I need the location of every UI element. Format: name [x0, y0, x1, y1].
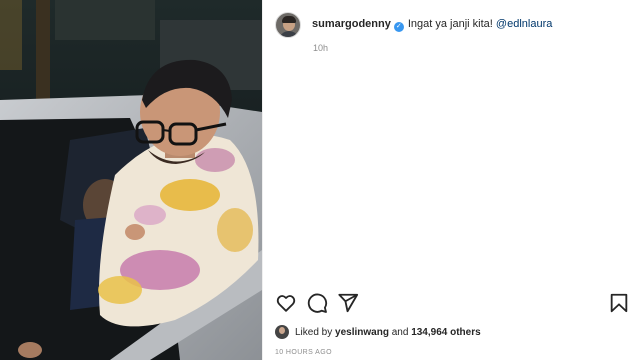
caption-row: sumargodenny ✓ Ingat ya janji kita! @edlnl… [275, 12, 628, 38]
post-age: 10h [313, 43, 329, 53]
likes-joiner: and [391, 326, 409, 338]
post-caption: sumargodenny ✓ Ingat ya janji kita! @edlnl… [312, 12, 552, 32]
comment-icon[interactable] [306, 292, 328, 314]
verified-badge-icon: ✓ [393, 22, 404, 32]
bookmark-icon[interactable] [608, 292, 630, 314]
likes-others-link[interactable]: 134,964 others [411, 327, 481, 338]
action-bar [275, 292, 630, 314]
post-photo-scene [0, 0, 262, 360]
mention-link[interactable]: @edlnlaura [496, 18, 552, 30]
liker-avatar[interactable] [275, 325, 289, 339]
likes-summary: Liked by yeslinwang and 134,964 others [275, 325, 481, 339]
caption-text: Ingat ya janji kita! [407, 18, 493, 30]
likes-prefix: Liked by [295, 326, 333, 338]
post-timestamp[interactable]: 10 HOURS AGO [275, 349, 332, 356]
instagram-post-view: sumargodenny ✓ Ingat ya janji kita! @edlnl… [0, 0, 640, 360]
post-side-panel: sumargodenny ✓ Ingat ya janji kita! @edlnl… [262, 0, 640, 360]
user-avatar[interactable] [275, 12, 301, 38]
liker-username-link[interactable]: yeslinwang [335, 327, 389, 338]
username-link[interactable]: sumargodenny [312, 18, 391, 30]
heart-icon[interactable] [275, 292, 297, 314]
paper-plane-icon[interactable] [337, 292, 359, 314]
post-media-image[interactable] [0, 0, 262, 360]
